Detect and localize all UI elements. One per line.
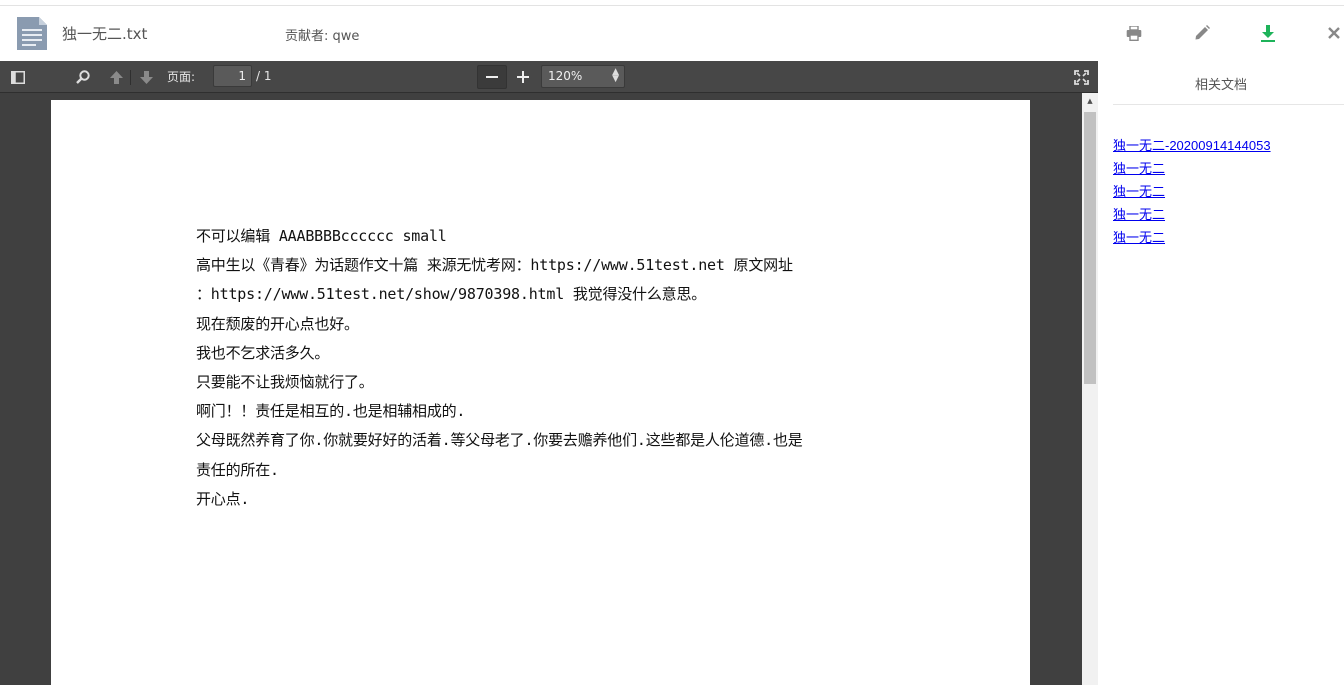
text-line: 我也不乞求活多久。: [196, 343, 330, 362]
text-line: 开心点.: [196, 489, 250, 508]
download-icon[interactable]: [1259, 24, 1277, 42]
related-document-link[interactable]: 独一无二: [1113, 226, 1271, 249]
text-line: 现在颓废的开心点也好。: [196, 314, 359, 333]
related-document-link[interactable]: 独一无二: [1113, 203, 1271, 226]
related-documents-list: 独一无二-20200914144053 独一无二 独一无二 独一无二 独一无二: [1113, 134, 1271, 249]
zoom-select[interactable]: 120% ▲ ▼: [541, 65, 625, 88]
page-total: / 1: [256, 69, 272, 83]
zoom-value: 120%: [548, 69, 583, 83]
document-header: 独一无二.txt 贡献者: qwe: [0, 6, 1344, 61]
print-icon[interactable]: [1125, 24, 1143, 42]
related-document-link[interactable]: 独一无二: [1113, 180, 1271, 203]
zoom-in-button[interactable]: [508, 65, 538, 89]
text-line: ：https://www.51test.net/show/9870398.htm…: [196, 285, 707, 304]
vertical-scrollbar[interactable]: ▲: [1082, 93, 1098, 685]
file-name: 独一无二.txt: [62, 25, 148, 43]
text-line: 高中生以《青春》为话题作文十篇 来源无忧考网：https://www.51tes…: [196, 256, 793, 275]
page-number-input[interactable]: 1: [213, 65, 252, 87]
text-line: 只要能不让我烦恼就行了。: [196, 372, 374, 391]
related-document-link[interactable]: 独一无二-20200914144053: [1113, 134, 1271, 157]
toolbar-separator: [130, 70, 131, 85]
next-page-icon[interactable]: [137, 67, 155, 87]
close-icon[interactable]: [1325, 24, 1343, 42]
previous-page-icon[interactable]: [107, 67, 125, 87]
text-line: 啊门！！责任是相互的.也是相辅相成的.: [196, 402, 466, 421]
fullscreen-icon[interactable]: [1072, 67, 1090, 87]
zoom-out-button[interactable]: [477, 65, 507, 89]
text-line: 父母既然养育了你.你就要好好的活着.等父母老了.你要去赡养他们.这些都是人伦道德…: [196, 431, 803, 450]
document-page: 不可以编辑 AAABBBBcccccc small 高中生以《青春》为话题作文十…: [51, 100, 1030, 685]
contributor-label: 贡献者: qwe: [285, 29, 360, 44]
scrollbar-thumb[interactable]: [1084, 112, 1096, 384]
text-line: 责任的所在.: [196, 460, 279, 479]
edit-icon[interactable]: [1193, 24, 1211, 42]
scroll-up-icon[interactable]: ▲: [1082, 93, 1098, 109]
pdf-viewer: 页面: 1 / 1 120% ▲ ▼ 不可以编辑 AAABBBBcccccc sm…: [0, 61, 1098, 685]
text-line: 不可以编辑 AAABBBBcccccc small: [196, 227, 447, 245]
page-label: 页面:: [167, 70, 196, 84]
related-documents-title: 相关文档: [1194, 78, 1247, 93]
document-text: 不可以编辑 AAABBBBcccccc small 高中生以《青春》为话题作文十…: [196, 222, 896, 514]
related-document-link[interactable]: 独一无二: [1113, 157, 1271, 180]
search-icon[interactable]: [74, 67, 92, 87]
select-arrows-icon: ▲ ▼: [612, 67, 619, 84]
document-icon: [16, 17, 48, 50]
viewer-toolbar: 页面: 1 / 1 120% ▲ ▼: [0, 61, 1098, 93]
panel-divider: [1113, 104, 1344, 105]
sidebar-toggle-icon[interactable]: [9, 67, 27, 87]
related-documents-panel: 相关文档 独一无二-20200914144053 独一无二 独一无二 独一无二 …: [1098, 61, 1344, 685]
